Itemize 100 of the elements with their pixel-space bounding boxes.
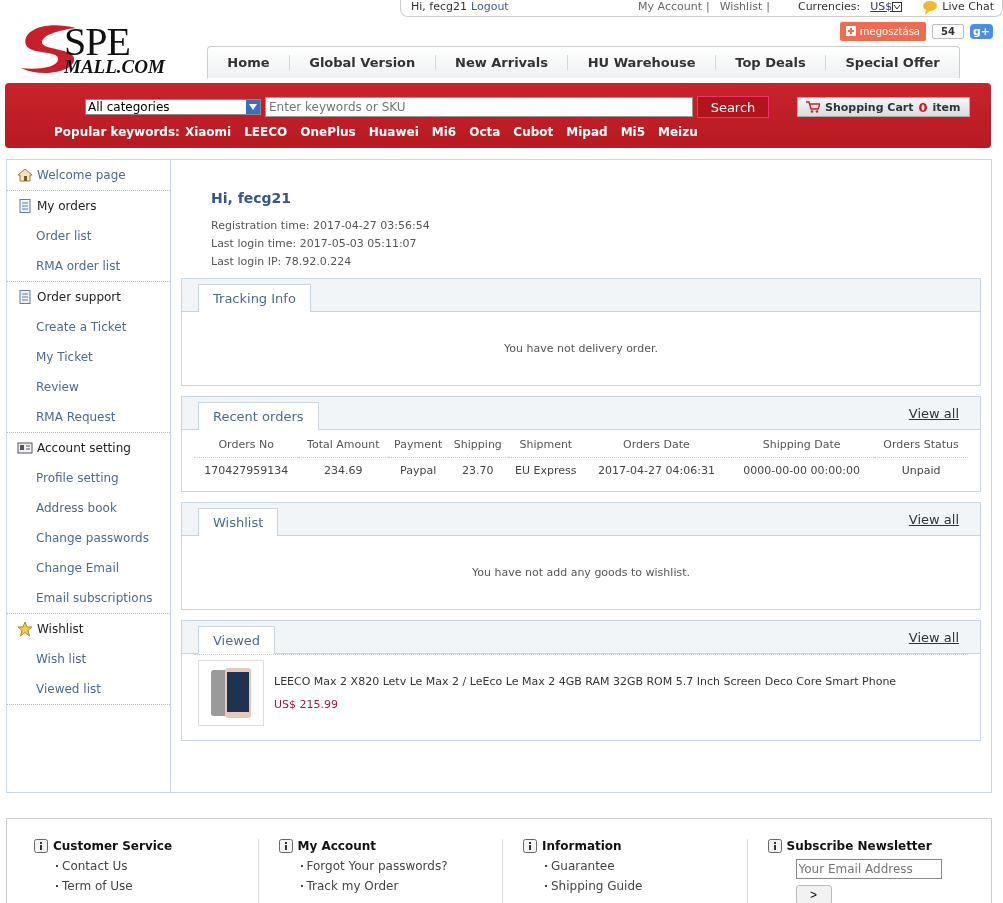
info-icon xyxy=(523,839,537,853)
sidebar-section[interactable]: My orders xyxy=(7,191,170,221)
sidebar-item[interactable]: Profile setting xyxy=(7,463,170,493)
table-cell: Paypal xyxy=(388,457,449,483)
store-logo[interactable]: SPE MALL.COM xyxy=(16,20,207,80)
email-field[interactable]: Your Email Address xyxy=(795,859,942,879)
document-icon xyxy=(17,198,33,214)
star-icon xyxy=(17,621,33,637)
product-thumbnail[interactable] xyxy=(198,660,264,726)
plus-icon xyxy=(845,26,856,36)
footer-link[interactable]: Term of Use xyxy=(34,879,258,893)
account-link[interactable]: Wishlist xyxy=(719,0,763,13)
greeting-text: Hi, fecg21 xyxy=(411,0,467,13)
sidebar-item[interactable]: Address book xyxy=(7,493,170,523)
popular-keywords-label: Popular keywords: xyxy=(54,125,180,139)
keyword-link[interactable]: Cubot xyxy=(513,125,554,139)
footer-link[interactable]: Contact Us xyxy=(34,859,258,873)
panel-tab[interactable]: Recent orders xyxy=(198,402,319,430)
column-header: Total Amount xyxy=(298,432,389,458)
keyword-link[interactable]: Mi5 xyxy=(620,125,646,139)
sidebar-item[interactable]: Change passwords xyxy=(7,523,170,553)
footer-heading: Subscribe Newsletter xyxy=(786,839,932,853)
live-chat-link[interactable]: Live Chat xyxy=(942,0,994,16)
view-all-link[interactable]: View all xyxy=(908,630,959,645)
sidebar-section[interactable]: Welcome page xyxy=(7,160,170,190)
keyword-link[interactable]: OnePlus xyxy=(300,125,356,139)
keyword-link[interactable]: LEECO xyxy=(244,125,288,139)
table-cell: 2017-04-27 04:06:31 xyxy=(583,457,730,483)
sidebar-item[interactable]: Order list xyxy=(7,221,170,251)
keyword-link[interactable]: Mipad xyxy=(566,125,608,139)
cart-icon xyxy=(806,101,820,113)
info-icon xyxy=(767,839,782,853)
footer-link[interactable]: Forgot Your passwords? xyxy=(278,859,502,873)
product-title[interactable]: LEECO Max 2 X820 Letv Le Max 2 / LeEco Le Max 2 4GB RAM 32GB ROM 5.7 Inch Screen Deco Core Smart Phone xyxy=(274,675,897,688)
column-header: Orders No xyxy=(194,432,299,458)
account-link[interactable]: My Account xyxy=(638,0,702,13)
view-all-link[interactable]: View all xyxy=(908,406,959,421)
share-count: 54 xyxy=(932,23,964,39)
keyword-link[interactable]: Octa xyxy=(469,125,501,139)
house-icon xyxy=(17,167,33,183)
google-plus-button[interactable]: g+ xyxy=(969,23,993,39)
empty-message: You have not delivery order. xyxy=(504,342,658,355)
product-price: US$ 215.99 xyxy=(274,698,340,711)
sidebar-section[interactable]: Wishlist xyxy=(7,614,170,644)
panel-tab[interactable]: Wishlist xyxy=(198,508,279,536)
sidebar-item[interactable]: Email subscriptions xyxy=(7,583,170,613)
table-cell: 170427959134 xyxy=(194,457,299,483)
separator-text: | xyxy=(766,0,770,13)
nav-tab[interactable]: Global Version xyxy=(288,55,435,70)
info-icon xyxy=(34,839,48,853)
sidebar-item[interactable]: RMA order list xyxy=(7,251,170,281)
search-field[interactable]: Enter keywords or SKU xyxy=(265,97,693,117)
footer-link[interactable]: Track my Order xyxy=(278,879,502,893)
sidebar-item[interactable]: RMA Request xyxy=(7,402,170,432)
keyword-link[interactable]: Xiaomi xyxy=(184,125,232,139)
panel-tab[interactable]: Tracking Info xyxy=(198,284,311,312)
logout-link[interactable]: Logout xyxy=(471,0,509,13)
shopping-cart-button[interactable]: Shopping Cart 0 item xyxy=(797,97,970,117)
sidebar-item[interactable]: Change Email xyxy=(7,553,170,583)
footer-heading: Customer Service xyxy=(53,839,173,853)
column-header: Orders Date xyxy=(583,432,730,458)
column-header: Shipping Date xyxy=(729,432,875,458)
sidebar-item[interactable]: Wish list xyxy=(7,644,170,674)
subscribe-button[interactable]: > xyxy=(795,885,832,903)
table-cell: EU Express xyxy=(507,457,584,483)
document-icon xyxy=(17,289,33,305)
sidebar-item[interactable]: Viewed list xyxy=(7,674,170,704)
sidebar-item[interactable]: Review xyxy=(7,372,170,402)
nav-tab[interactable]: Home xyxy=(208,55,289,70)
nav-tab[interactable]: New Arrivals xyxy=(434,55,568,70)
sidebar-section[interactable]: Account setting xyxy=(7,433,170,463)
separator-text: | xyxy=(705,0,710,13)
sidebar-section[interactable]: Order support xyxy=(7,282,170,312)
keyword-link[interactable]: Huawei xyxy=(368,125,419,139)
sidebar-item[interactable]: My Ticket xyxy=(7,342,170,372)
nav-tab[interactable]: HU Warehouse xyxy=(567,55,715,70)
footer-link[interactable]: Shipping Guide xyxy=(523,879,747,893)
search-button[interactable]: Search xyxy=(697,96,769,118)
currency-select[interactable]: US$ xyxy=(870,0,903,13)
sidebar-item[interactable]: Create a Ticket xyxy=(7,312,170,342)
welcome-title: Hi, fecg21 xyxy=(211,190,293,206)
column-header: Shipping xyxy=(448,432,508,458)
table-cell: 0000-00-00 00:00:00 xyxy=(729,457,875,483)
currency-label: Currencies: xyxy=(797,0,861,13)
footer-heading: My Account xyxy=(297,839,377,853)
panel-tab[interactable]: Viewed xyxy=(198,626,276,654)
footer-link[interactable]: Guarantee xyxy=(523,859,747,873)
keyword-link[interactable]: Mi6 xyxy=(431,125,457,139)
nav-tab[interactable]: Top Deals xyxy=(714,55,826,70)
dropdown-icon xyxy=(892,1,903,12)
keyword-link[interactable]: Meizu xyxy=(658,125,698,139)
column-header: Shipment xyxy=(507,432,584,458)
account-info-text: Last login time: 2017-05-03 05:11:07 xyxy=(211,237,418,250)
table-cell: 23.70 xyxy=(448,457,508,483)
nav-tab[interactable]: Special Offer xyxy=(825,55,960,70)
footer-heading: Information xyxy=(542,839,622,853)
view-all-link[interactable]: View all xyxy=(908,512,959,527)
column-header: Payment xyxy=(388,432,449,458)
column-header: Orders Status xyxy=(874,432,968,458)
category-select[interactable]: All categories xyxy=(85,99,261,115)
